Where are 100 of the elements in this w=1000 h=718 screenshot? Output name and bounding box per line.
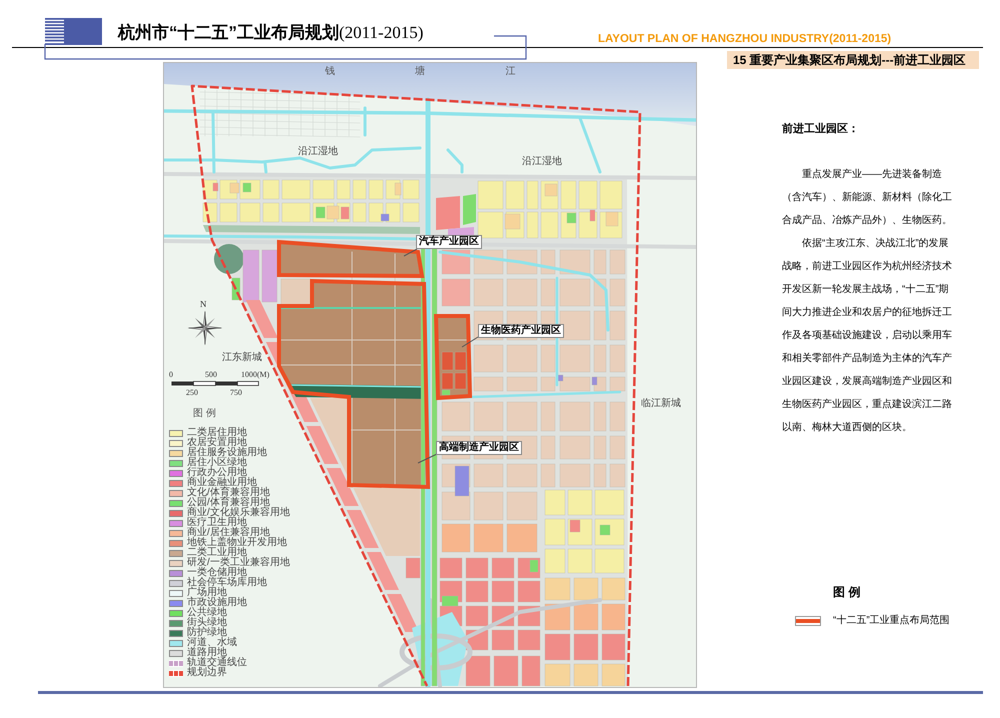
scale-label: 1000(M)	[241, 370, 270, 379]
leader-line	[418, 454, 438, 464]
land-parcel	[594, 310, 606, 340]
land-parcel	[568, 490, 592, 516]
legend-swatch-icon	[795, 616, 821, 626]
land-parcel	[610, 402, 626, 432]
land-parcel	[492, 558, 514, 578]
land-parcel	[240, 202, 260, 222]
land-parcel	[506, 524, 538, 552]
description-heading: 前进工业园区：	[782, 122, 860, 137]
legend-label: 市政设施用地	[187, 598, 247, 608]
legend-label: 二类工业用地	[187, 548, 247, 558]
land-parcel	[540, 376, 556, 392]
land-parcel	[560, 250, 590, 274]
legend-label: 街头绿地	[187, 618, 227, 628]
river-label: 钱 塘 江	[325, 66, 516, 78]
land-parcel	[466, 580, 488, 602]
land-parcel	[610, 278, 626, 306]
land-parcel	[280, 278, 312, 306]
land-parcel	[560, 344, 590, 372]
land-parcel	[506, 278, 538, 306]
land-parcel	[466, 606, 488, 626]
legend-label: 公共绿地	[187, 608, 227, 618]
land-parcel	[610, 344, 626, 372]
land-parcel	[312, 180, 334, 200]
land-parcel	[506, 464, 538, 488]
land-parcel	[602, 634, 626, 660]
land-parcel	[594, 344, 606, 372]
legend-label: 商业/居住兼容用地	[187, 528, 270, 538]
legend-label: 二类居住用地	[187, 428, 247, 438]
section-title: 15 重要产业集聚区布局规划---前进工业园区	[727, 51, 979, 69]
land-parcel	[540, 344, 556, 372]
leader-line	[404, 248, 418, 256]
scale-label: 500	[205, 370, 217, 379]
land-parcel	[560, 464, 590, 488]
land-parcel	[474, 278, 504, 306]
north-label: N	[200, 299, 206, 309]
land-parcel	[474, 464, 504, 488]
land-parcel	[610, 376, 626, 392]
striped-square-icon	[45, 18, 64, 45]
land-parcel	[506, 344, 538, 372]
land-parcel	[506, 402, 538, 432]
land-parcel	[506, 492, 538, 520]
land-parcel	[220, 202, 238, 222]
land-parcel	[474, 492, 504, 520]
legend-label: 广场用地	[187, 588, 227, 598]
land-parcel	[518, 630, 540, 650]
legend-label: 社会停车场库用地	[187, 578, 267, 588]
land-parcel	[610, 310, 626, 340]
land-parcel	[442, 278, 470, 306]
land-parcel	[574, 604, 598, 630]
legend-label: 商业/文化娱乐兼容用地	[187, 508, 290, 518]
land-parcel	[594, 402, 606, 432]
header-period: (2011-2015)	[339, 23, 424, 43]
legend-title: 图 例	[833, 585, 862, 599]
legend-label: 文化/体育兼容用地	[187, 488, 270, 498]
land-parcel	[560, 278, 590, 306]
land-parcel	[474, 524, 504, 552]
area-label: 沿江湿地	[522, 156, 562, 168]
land-parcel	[474, 376, 504, 392]
land-parcel	[442, 524, 470, 552]
park-label: 汽车产业园区	[416, 235, 482, 249]
legend-label: 一类仓储用地	[187, 568, 247, 578]
land-parcel	[600, 180, 622, 210]
land-parcel	[574, 578, 598, 600]
land-parcel	[386, 594, 420, 632]
land-parcel	[560, 310, 590, 340]
description-paragraph: 依据“主攻江东、决战江北”的发展战略，前进工业园区作为杭州经济技术开发区新一轮发展主战场，“十二五”期间大力推进企业和农居户的征地拆迁工作及各项基础设施建设，启动以乘用车和相关零部件产品制造为主体的汽车产业园区建设，发展高端制造产业园区和生物医药产业园区，重点建设滨江二路以南、梅林大道西侧的区块。	[782, 236, 953, 435]
legend-label: 商业金融业用地	[187, 478, 257, 488]
area-label: 江东新城	[222, 352, 262, 364]
legend-label: 医疗卫生用地	[187, 518, 247, 528]
land-parcel	[574, 634, 598, 660]
land-parcel	[454, 352, 466, 370]
land-parcel	[544, 578, 570, 600]
land-parcel	[560, 402, 590, 432]
legend-label: 居住服务设施用地	[187, 448, 267, 458]
land-parcel	[602, 604, 626, 630]
land-parcel	[336, 180, 350, 200]
legend-label: 规划边界	[187, 668, 227, 678]
land-parcel	[478, 180, 504, 210]
leader-line	[462, 336, 478, 348]
scale-label: 0	[169, 370, 173, 379]
land-parcel	[454, 372, 466, 390]
land-parcel	[494, 656, 518, 686]
land-parcel	[492, 630, 514, 650]
legend-label: 道路用地	[187, 648, 227, 658]
land-parcel	[540, 402, 556, 432]
land-parcel	[540, 436, 556, 460]
legend-label: 研发/一类工业兼容用地	[187, 558, 290, 568]
land-parcel	[540, 278, 556, 306]
land-parcel	[522, 656, 540, 686]
land-parcel	[574, 664, 598, 686]
land-parcel	[544, 518, 566, 546]
land-parcel	[568, 548, 592, 574]
land-parcel	[594, 250, 606, 274]
land-parcel	[442, 402, 470, 432]
land-parcel	[474, 344, 504, 372]
legend-label: 河道、水域	[187, 638, 237, 648]
scale-label: 750	[230, 388, 242, 397]
land-parcel	[540, 212, 558, 238]
